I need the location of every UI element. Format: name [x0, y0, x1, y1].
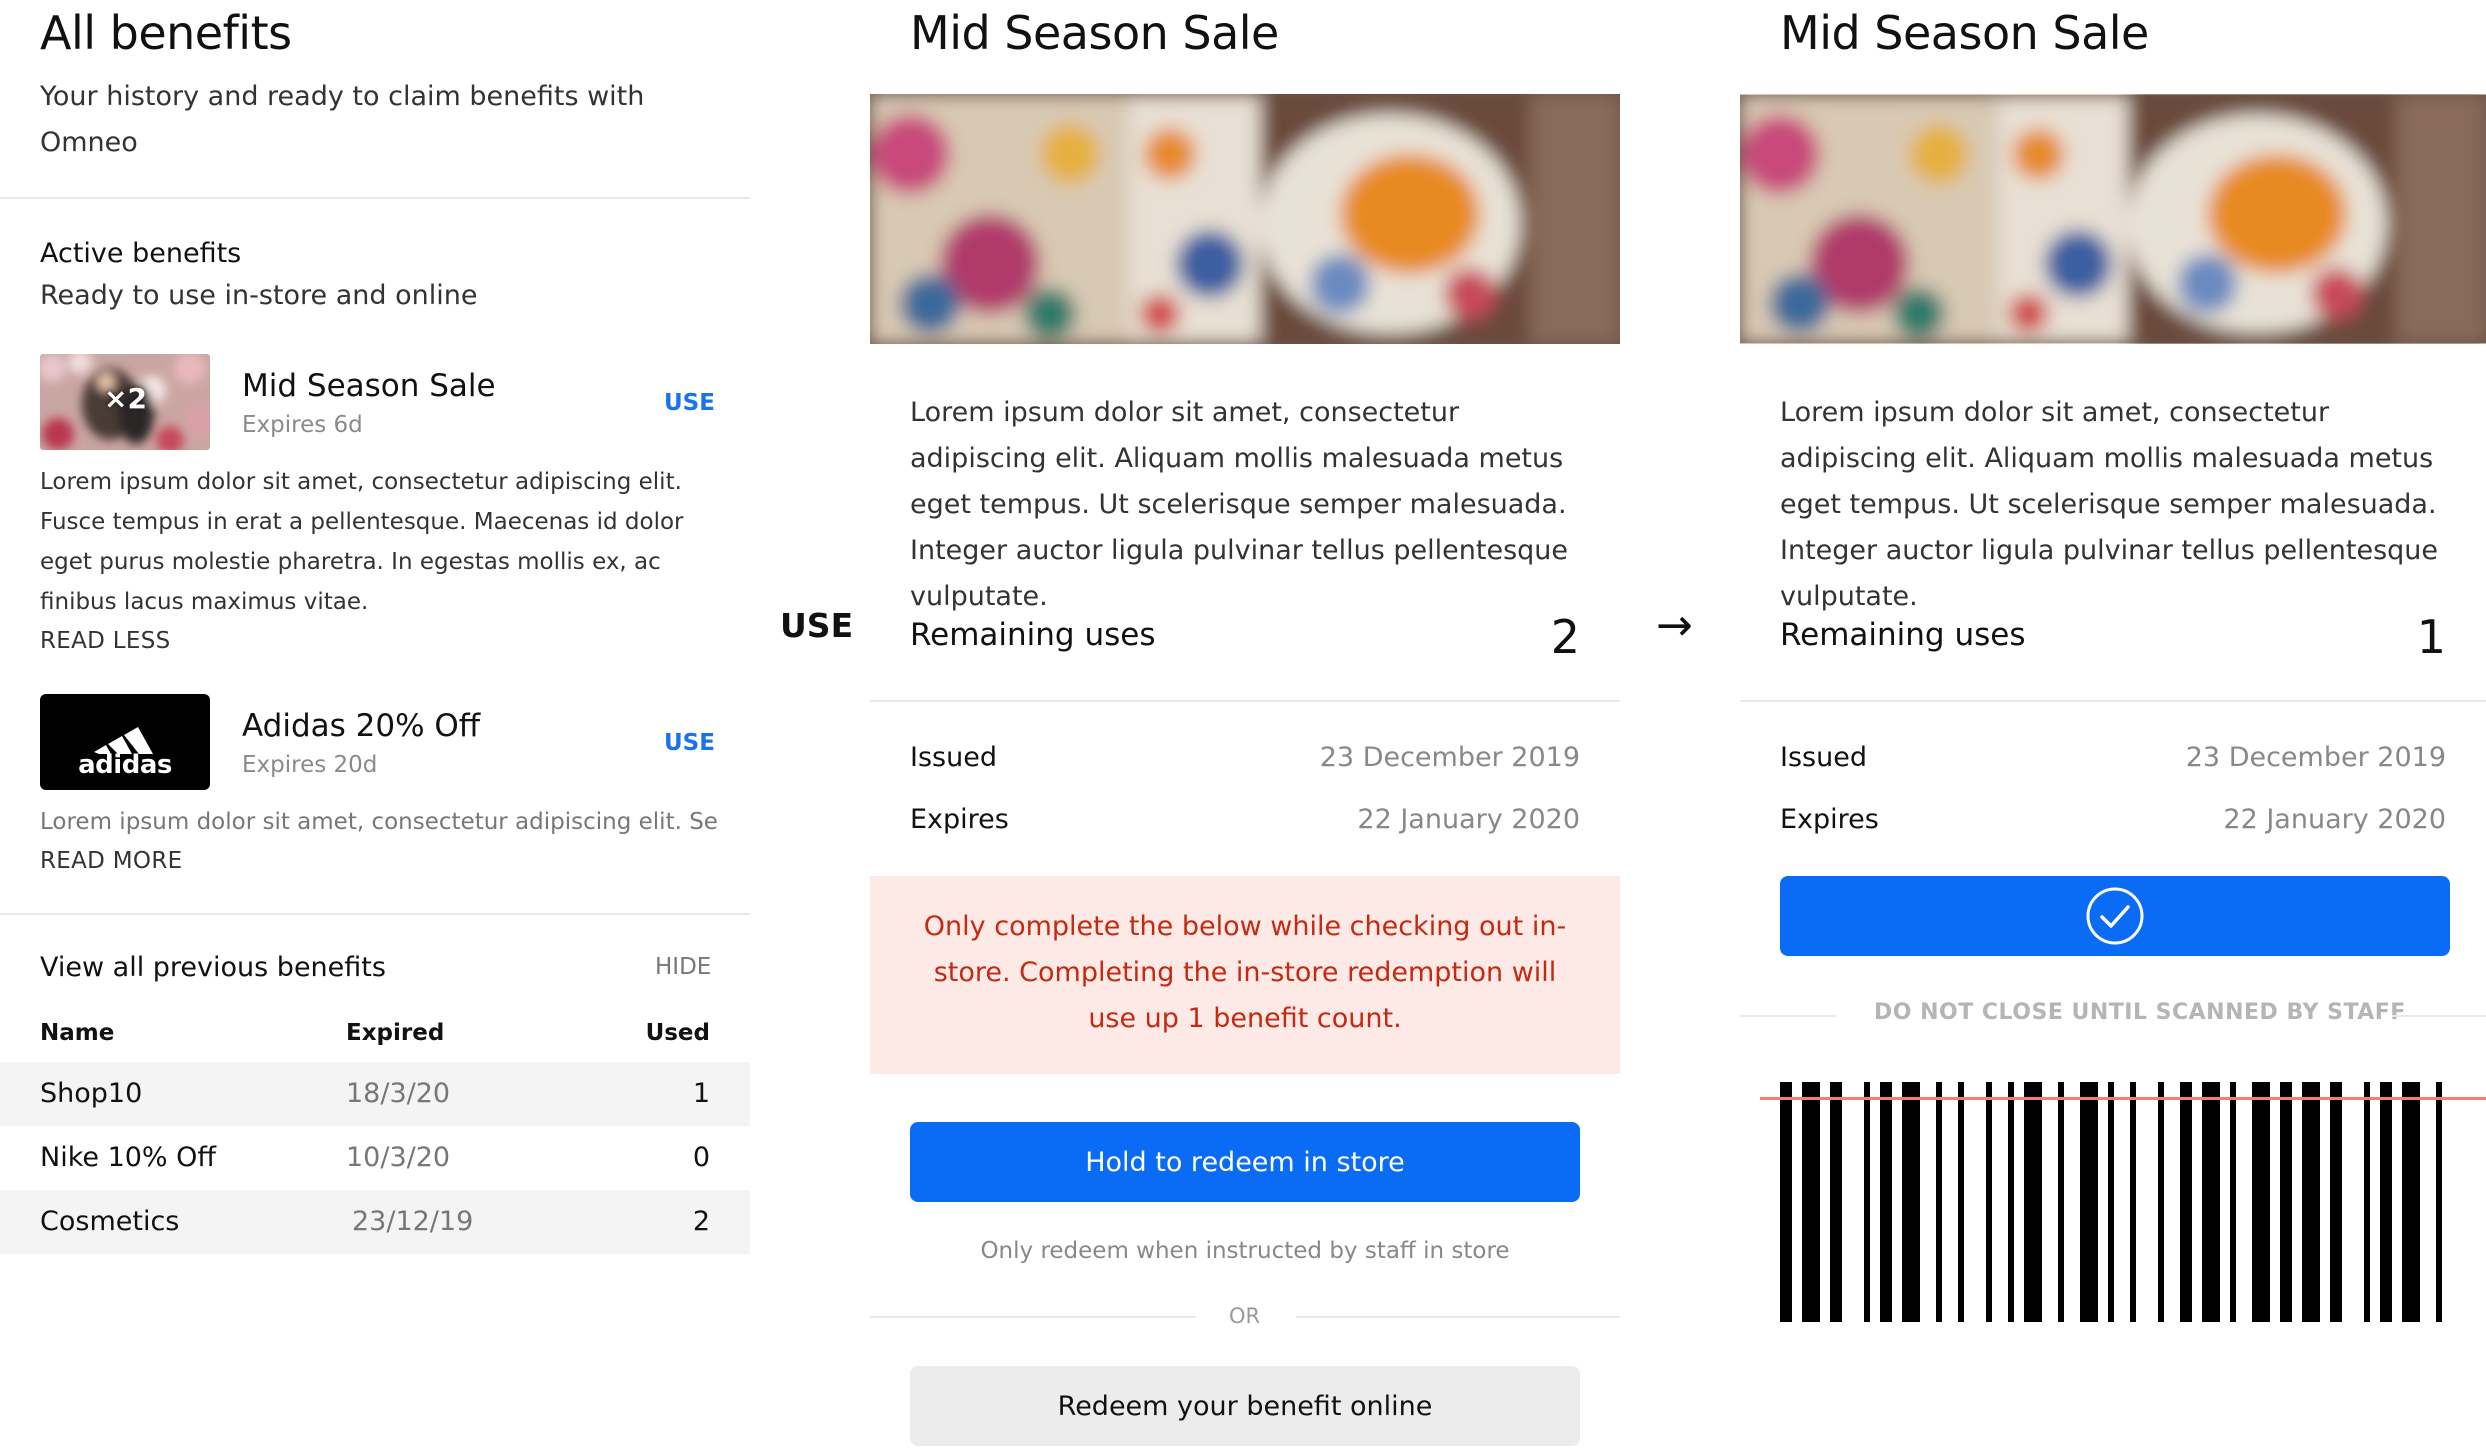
multiplier-badge: ×2	[104, 382, 147, 415]
redeemed-confirmation-button[interactable]	[1780, 876, 2450, 956]
read-more-link[interactable]: READ MORE	[40, 848, 182, 874]
row-expired: 10/3/20	[346, 1142, 451, 1173]
expires-value: 22 January 2020	[1357, 804, 1580, 835]
benefit-description: Lorem ipsum dolor sit amet, consectetur …	[40, 809, 720, 835]
row-name: Nike 10% Off	[40, 1142, 217, 1173]
flow-label-use: USE	[780, 606, 854, 645]
benefit-description: Lorem ipsum dolor sit amet, consectetur …	[1780, 397, 2439, 612]
column-header-expired: Expired	[346, 1020, 445, 1046]
flow-arrow-icon: →	[1656, 600, 1693, 651]
row-used: 1	[692, 1078, 710, 1109]
use-button[interactable]: USE	[664, 730, 715, 756]
benefit-name: Adidas 20% Off	[242, 708, 481, 744]
warning-banner: Only complete the below while checking o…	[870, 876, 1620, 1074]
divider	[1740, 1015, 1836, 1017]
divider	[2392, 1015, 2486, 1017]
benefit-scan-screen: Mid Season Sale Lorem ipsum dolor sit am…	[1740, 0, 2486, 1448]
issued-label: Issued	[1780, 742, 1867, 773]
expires-label: Expires	[910, 804, 1009, 835]
row-name: Cosmetics	[40, 1206, 180, 1237]
table-row: Shop10 18/3/20 1	[0, 1062, 750, 1126]
page-title: All benefits	[40, 6, 292, 60]
row-expired: 23/12/19	[352, 1206, 474, 1237]
divider	[1296, 1316, 1620, 1318]
active-benefits-title: Active benefits	[40, 238, 242, 269]
divider	[870, 700, 1620, 702]
scan-notice: DO NOT CLOSE UNTIL SCANNED BY STAFF	[1874, 1000, 2406, 1025]
benefit-detail-screen: Mid Season Sale Lorem ipsum dolor sit am…	[870, 0, 1620, 1448]
hide-link[interactable]: HIDE	[655, 954, 711, 980]
hero-image	[870, 94, 1620, 344]
expires-label: Expires	[1780, 804, 1879, 835]
row-name: Shop10	[40, 1078, 143, 1109]
benefit-name: Mid Season Sale	[242, 368, 496, 404]
adidas-logo: adidas	[40, 694, 210, 790]
divider	[0, 913, 750, 915]
column-header-used: Used	[645, 1020, 710, 1046]
hero-photo	[870, 94, 1620, 344]
issued-label: Issued	[910, 742, 997, 773]
table-row: Cosmetics 23/12/19 2	[0, 1190, 750, 1254]
redeem-online-button[interactable]: Redeem your benefit online	[910, 1366, 1580, 1446]
divider	[870, 1316, 1196, 1318]
active-benefits-subtitle: Ready to use in-store and online	[40, 280, 478, 311]
remaining-uses-label: Remaining uses	[1780, 617, 2026, 653]
warning-text: Only complete the below while checking o…	[923, 911, 1567, 1034]
benefit-thumbnail: ×2	[40, 354, 210, 450]
benefit-description: Lorem ipsum dolor sit amet, consectetur …	[40, 469, 684, 615]
divider	[0, 197, 750, 199]
scan-line	[1760, 1097, 2486, 1100]
table-row: Nike 10% Off 10/3/20 0	[0, 1126, 750, 1190]
row-used: 2	[692, 1206, 710, 1237]
barcode-graphic	[1780, 1082, 2442, 1322]
issued-value: 23 December 2019	[2185, 742, 2446, 773]
issued-value: 23 December 2019	[1319, 742, 1580, 773]
hero-photo	[1740, 94, 2486, 344]
row-expired: 18/3/20	[346, 1078, 451, 1109]
previous-benefits-title[interactable]: View all previous benefits	[40, 952, 386, 983]
page-title: Mid Season Sale	[1780, 6, 2149, 60]
remaining-uses-value: 2	[1550, 610, 1580, 664]
adidas-logo-text: adidas	[78, 750, 172, 780]
remaining-uses-label: Remaining uses	[910, 617, 1156, 653]
page-subtitle: Your history and ready to claim benefits…	[40, 81, 645, 158]
use-button[interactable]: USE	[664, 390, 715, 416]
row-used: 0	[692, 1142, 710, 1173]
expires-value: 22 January 2020	[2223, 804, 2446, 835]
read-less-link[interactable]: READ LESS	[40, 628, 171, 654]
divider	[1740, 700, 2486, 702]
hero-image	[1740, 94, 2486, 344]
column-header-name: Name	[40, 1020, 115, 1046]
checkmark-circle-icon	[2086, 887, 2144, 945]
all-benefits-screen: All benefits Your history and ready to c…	[0, 0, 750, 1448]
barcode	[1780, 1082, 2446, 1322]
benefit-expiry: Expires 20d	[242, 752, 378, 778]
or-separator: OR	[1229, 1304, 1261, 1328]
redeem-instruction-note: Only redeem when instructed by staff in …	[980, 1238, 1510, 1264]
hold-to-redeem-button[interactable]: Hold to redeem in store	[910, 1122, 1580, 1202]
page-title: Mid Season Sale	[910, 6, 1279, 60]
remaining-uses-value: 1	[2416, 610, 2446, 664]
benefit-expiry: Expires 6d	[242, 412, 363, 438]
benefit-description: Lorem ipsum dolor sit amet, consectetur …	[910, 397, 1569, 612]
